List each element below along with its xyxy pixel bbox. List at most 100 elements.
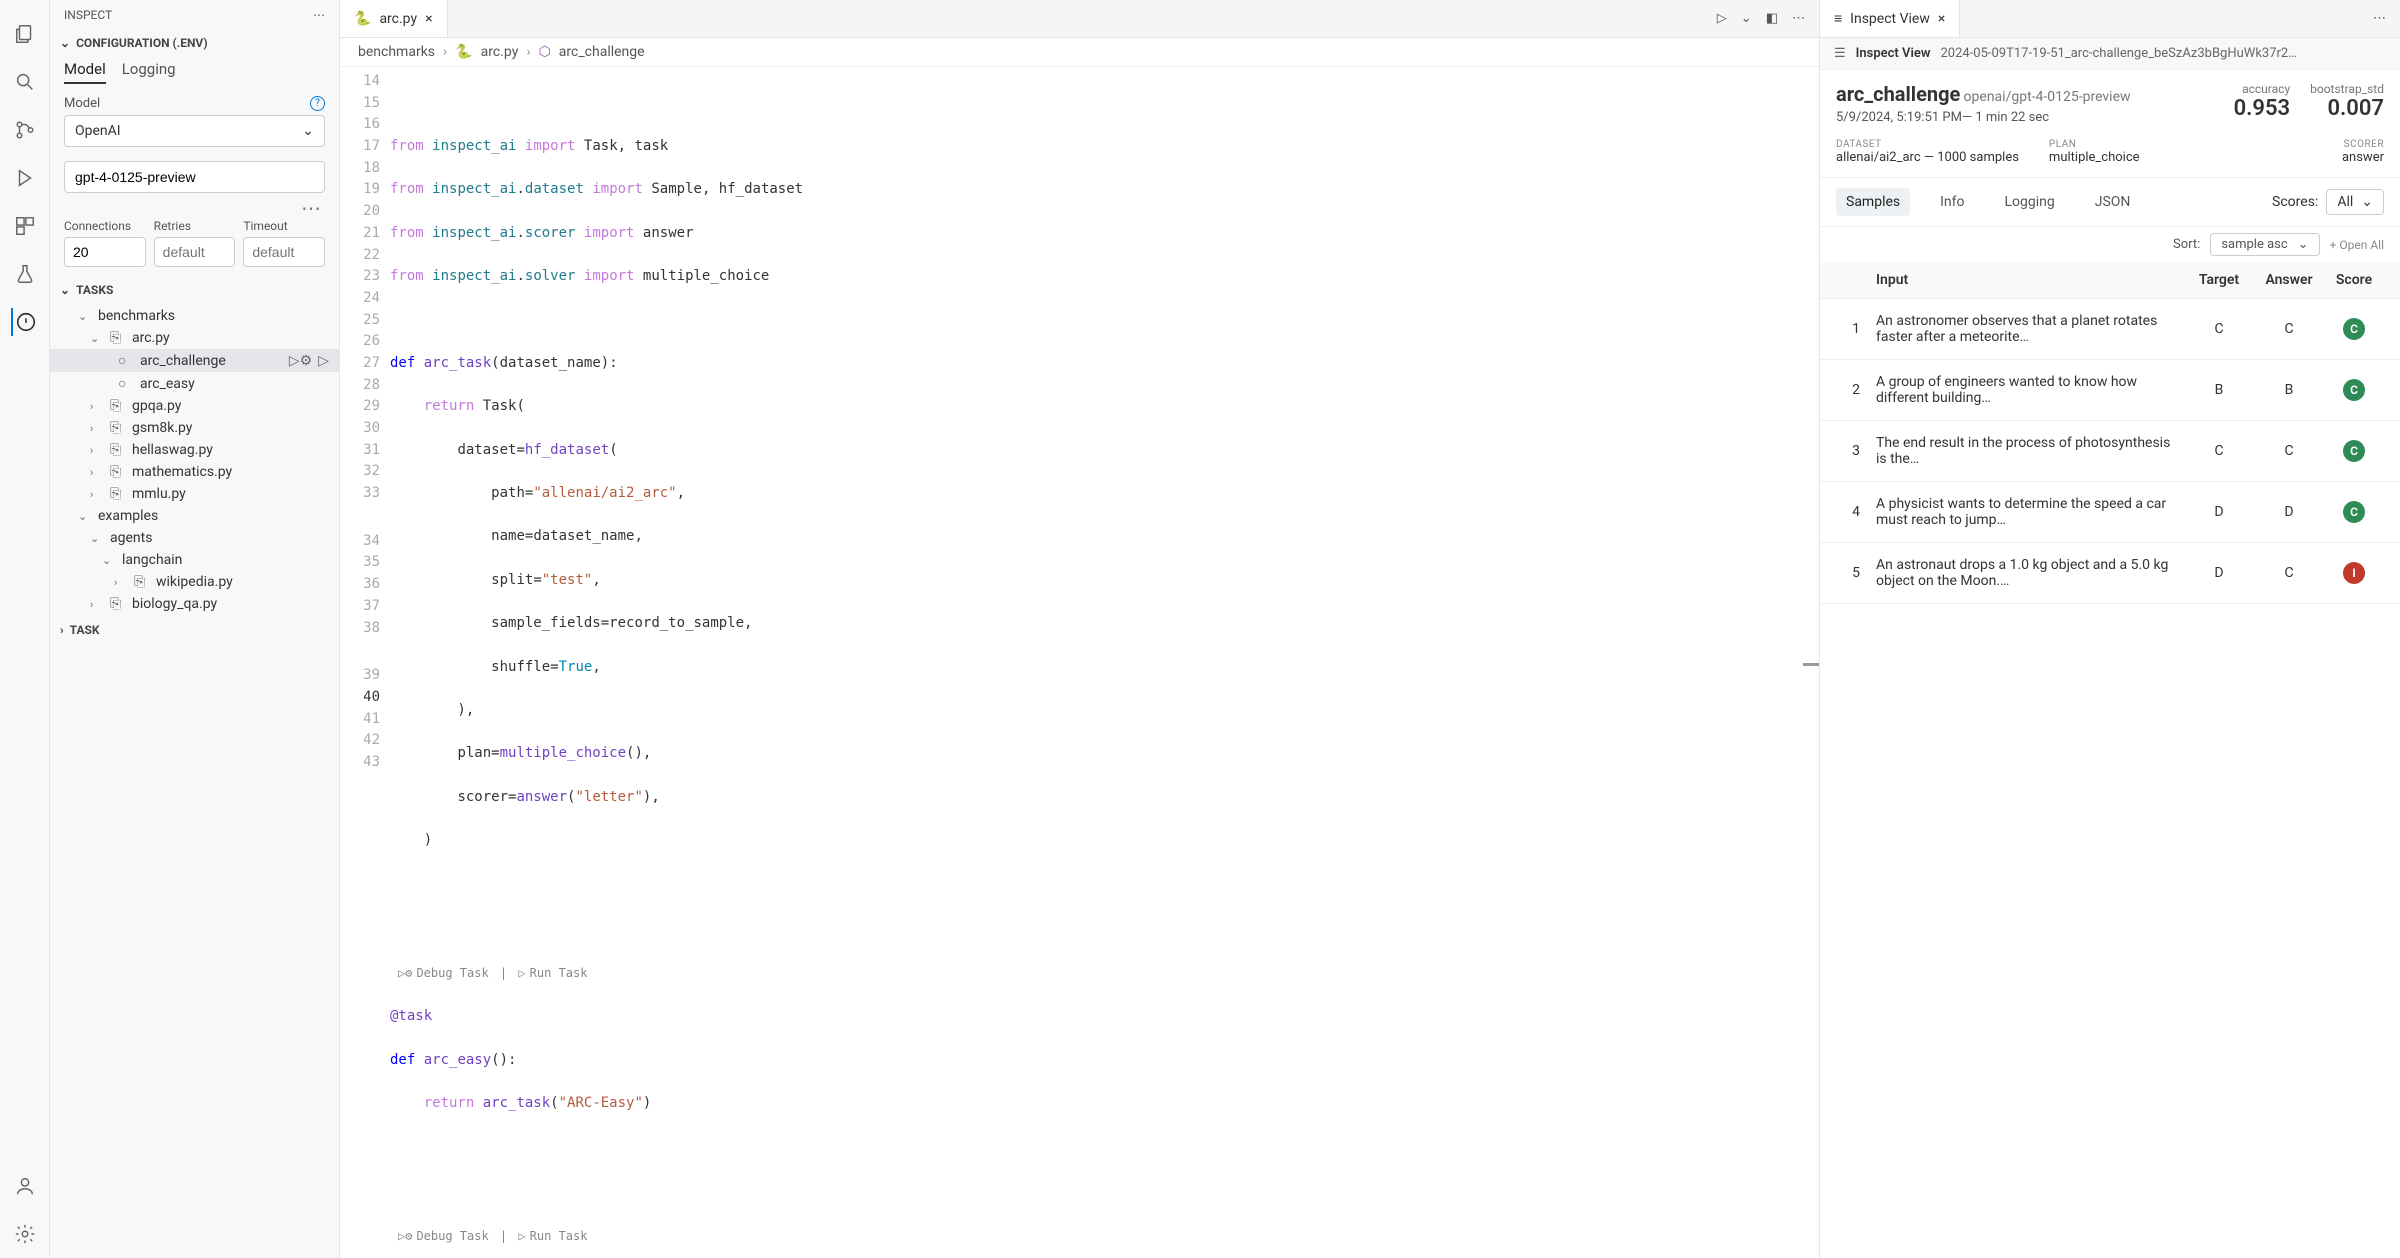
plan-value: multiple_choice bbox=[2049, 150, 2140, 165]
run-icon[interactable]: ▷ bbox=[1717, 11, 1727, 26]
accuracy-label: accuracy bbox=[2234, 82, 2291, 96]
tree-file-gsm8k[interactable]: › ⎘ gsm8k.py bbox=[50, 417, 339, 439]
beaker-icon[interactable] bbox=[11, 260, 39, 288]
tasks-section-header[interactable]: ⌄ TASKS bbox=[50, 277, 339, 303]
run-model: openai/gpt-4-0125-preview bbox=[1964, 89, 2131, 105]
row-score: C bbox=[2324, 501, 2384, 523]
inspect-view-tab[interactable]: ≡ Inspect View × bbox=[1820, 0, 1960, 37]
code-editor[interactable]: 1415161718192021222324252627282930313233… bbox=[340, 67, 1819, 1258]
split-editor-icon[interactable]: ◧ bbox=[1766, 11, 1778, 26]
connections-input[interactable] bbox=[64, 237, 146, 267]
tree-file-arc[interactable]: ⌄ ⎘ arc.py bbox=[50, 327, 339, 349]
table-row[interactable]: 1An astronomer observes that a planet ro… bbox=[1820, 299, 2400, 360]
row-score: I bbox=[2324, 562, 2384, 584]
config-tab-model[interactable]: Model bbox=[64, 60, 106, 84]
tree-file-mmlu[interactable]: › ⎘ mmlu.py bbox=[50, 483, 339, 505]
tab-logging[interactable]: Logging bbox=[1995, 188, 2065, 216]
tasks-header-label: TASKS bbox=[76, 283, 113, 297]
task-section-header[interactable]: › TASK bbox=[50, 617, 339, 643]
breadcrumb-item[interactable]: arc_challenge bbox=[559, 44, 645, 60]
row-target: B bbox=[2184, 382, 2254, 398]
tree-folder-benchmarks[interactable]: ⌄ benchmarks bbox=[50, 305, 339, 327]
inspect-header-row: ☰ Inspect View 2024-05-09T17-19-51_arc-c… bbox=[1820, 38, 2400, 70]
tree-label: gsm8k.py bbox=[132, 420, 192, 436]
tasks-tree: ⌄ benchmarks ⌄ ⎘ arc.py ○ arc_challenge … bbox=[50, 303, 339, 617]
tree-label: gpqa.py bbox=[132, 398, 181, 414]
row-input: A physicist wants to determine the speed… bbox=[1876, 496, 2184, 528]
tree-label: wikipedia.py bbox=[156, 574, 233, 590]
help-icon[interactable]: ? bbox=[310, 96, 325, 111]
scores-select[interactable]: All ⌄ bbox=[2326, 189, 2384, 215]
sort-select[interactable]: sample asc ⌄ bbox=[2210, 233, 2319, 256]
tree-label: examples bbox=[98, 508, 158, 524]
breadcrumb-item[interactable]: arc.py bbox=[481, 44, 519, 60]
task-header-label: TASK bbox=[70, 623, 100, 637]
table-row[interactable]: 2A group of engineers wanted to know how… bbox=[1820, 360, 2400, 421]
table-header: Input Target Answer Score bbox=[1820, 262, 2400, 299]
tree-file-gpqa[interactable]: › ⎘ gpqa.py bbox=[50, 395, 339, 417]
bootstrap-value: 0.007 bbox=[2310, 96, 2384, 121]
run-debug-icon[interactable] bbox=[11, 164, 39, 192]
tab-json[interactable]: JSON bbox=[2085, 188, 2141, 216]
files-icon[interactable] bbox=[11, 20, 39, 48]
configuration-section-header[interactable]: ⌄ CONFIGURATION (.ENV) bbox=[50, 30, 339, 56]
account-icon[interactable] bbox=[11, 1172, 39, 1200]
minimap-indicator[interactable] bbox=[1803, 663, 1819, 666]
config-tab-logging[interactable]: Logging bbox=[122, 60, 176, 84]
python-file-icon: ⎘ bbox=[134, 574, 150, 590]
code-content[interactable]: from inspect_ai import Task, task from i… bbox=[390, 67, 1819, 1258]
search-icon[interactable] bbox=[11, 68, 39, 96]
breadcrumb-item[interactable]: benchmarks bbox=[358, 44, 435, 60]
config-more-icon[interactable]: ⋯ bbox=[50, 203, 339, 219]
sidebar-more-icon[interactable]: ⋯ bbox=[313, 8, 325, 22]
run-dropdown-icon[interactable]: ⌄ bbox=[1741, 11, 1752, 26]
run-task-icon[interactable]: ▷ bbox=[318, 353, 329, 369]
breadcrumbs[interactable]: benchmarks › 🐍 arc.py › ⬡ arc_challenge bbox=[340, 38, 1819, 67]
model-input[interactable] bbox=[64, 161, 325, 193]
timeout-input[interactable] bbox=[243, 237, 325, 267]
tree-label: arc_easy bbox=[140, 376, 195, 392]
extensions-icon[interactable] bbox=[11, 212, 39, 240]
tree-folder-examples[interactable]: ⌄ examples bbox=[50, 505, 339, 527]
close-icon[interactable]: × bbox=[1938, 11, 1945, 27]
more-icon[interactable]: ⋯ bbox=[1792, 11, 1805, 26]
tree-folder-langchain[interactable]: ⌄ langchain bbox=[50, 549, 339, 571]
scorer-label: SCORER bbox=[2342, 139, 2384, 150]
gear-icon[interactable] bbox=[11, 1220, 39, 1248]
tree-folder-agents[interactable]: ⌄ agents bbox=[50, 527, 339, 549]
python-file-icon: ⎘ bbox=[110, 486, 126, 502]
tree-file-biology[interactable]: › ⎘ biology_qa.py bbox=[50, 593, 339, 615]
bootstrap-label: bootstrap_std bbox=[2310, 82, 2384, 96]
provider-select[interactable]: OpenAI ⌄ bbox=[64, 115, 325, 147]
retries-input[interactable] bbox=[154, 237, 236, 267]
tree-file-wikipedia[interactable]: › ⎘ wikipedia.py bbox=[50, 571, 339, 593]
close-icon[interactable]: × bbox=[425, 11, 432, 27]
sidebar: INSPECT ⋯ ⌄ CONFIGURATION (.ENV) Model L… bbox=[50, 0, 340, 1258]
debug-task-icon[interactable]: ▷⚙ bbox=[289, 353, 312, 369]
sort-row: Sort: sample asc ⌄ + Open All bbox=[1820, 227, 2400, 262]
codelens-arc-easy[interactable]: ▷⚙ Debug Task | ▷ Run Task bbox=[390, 964, 1819, 983]
chevron-right-icon: › bbox=[443, 44, 447, 60]
tree-task-arc-easy[interactable]: ○ arc_easy bbox=[50, 372, 339, 395]
table-row[interactable]: 5An astronaut drops a 1.0 kg object and … bbox=[1820, 543, 2400, 604]
source-control-icon[interactable] bbox=[11, 116, 39, 144]
codelens-arc-challenge[interactable]: ▷⚙ Debug Task | ▷ Run Task bbox=[390, 1227, 1819, 1246]
table-row[interactable]: 4A physicist wants to determine the spee… bbox=[1820, 482, 2400, 543]
tab-samples[interactable]: Samples bbox=[1836, 188, 1910, 216]
log-path: 2024-05-09T17-19-51_arc-challenge_beSzAz… bbox=[1940, 46, 2386, 61]
table-row[interactable]: 3The end result in the process of photos… bbox=[1820, 421, 2400, 482]
more-icon[interactable]: ⋯ bbox=[2373, 11, 2400, 26]
tree-task-arc-challenge[interactable]: ○ arc_challenge ▷⚙ ▷ bbox=[50, 349, 339, 372]
tab-info[interactable]: Info bbox=[1930, 188, 1974, 216]
python-file-icon: ⎘ bbox=[110, 596, 126, 612]
row-index: 4 bbox=[1836, 504, 1876, 520]
tree-label: hellaswag.py bbox=[132, 442, 213, 458]
editor-tab-arc[interactable]: 🐍 arc.py × bbox=[340, 0, 448, 37]
row-answer: C bbox=[2254, 565, 2324, 581]
open-all-button[interactable]: + Open All bbox=[2330, 238, 2384, 252]
tree-file-mathematics[interactable]: › ⎘ mathematics.py bbox=[50, 461, 339, 483]
tree-file-hellaswag[interactable]: › ⎘ hellaswag.py bbox=[50, 439, 339, 461]
menu-icon[interactable]: ☰ bbox=[1834, 46, 1846, 61]
inspect-icon[interactable] bbox=[11, 308, 39, 336]
editor-tab-bar: 🐍 arc.py × ▷ ⌄ ◧ ⋯ bbox=[340, 0, 1819, 38]
